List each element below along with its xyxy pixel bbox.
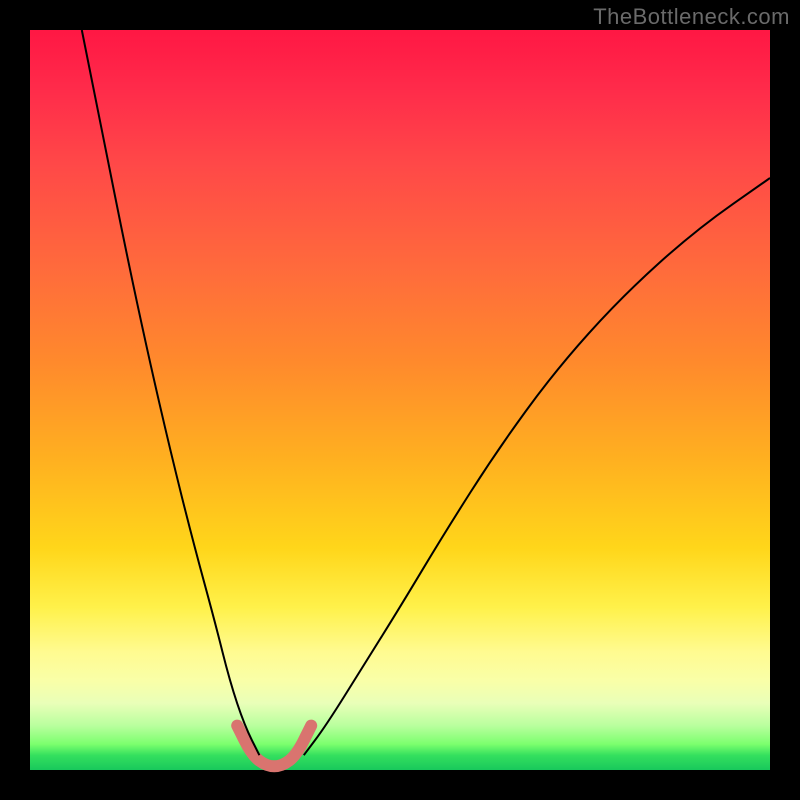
bottleneck-curve-svg [30, 30, 770, 770]
plot-area [30, 30, 770, 770]
watermark-text: TheBottleneck.com [593, 4, 790, 30]
chart-frame: TheBottleneck.com [0, 0, 800, 800]
bottleneck-curve-left [82, 30, 260, 755]
bottleneck-curve-right [304, 178, 770, 755]
